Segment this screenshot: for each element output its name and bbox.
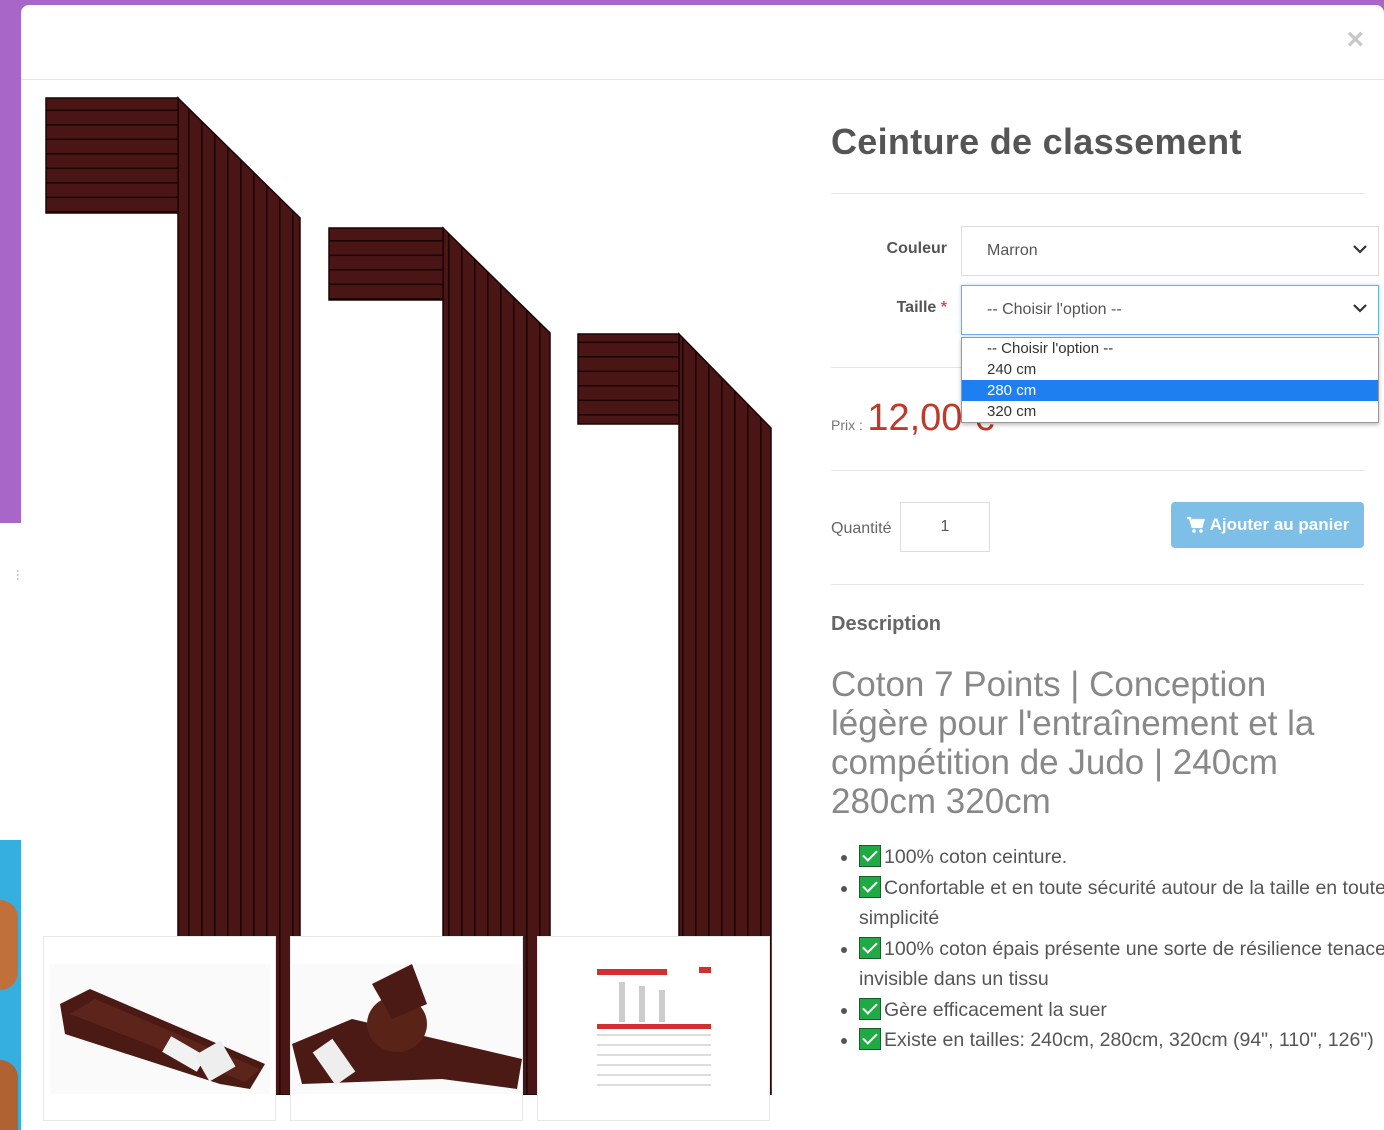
list-item: 100% coton épais présente une sorte de r… (859, 934, 1384, 995)
option-label-couleur: Couleur (886, 240, 947, 257)
modal-header: × (21, 5, 1384, 80)
background-image-fragment (0, 900, 18, 990)
divider (831, 193, 1364, 194)
chevron-down-icon (1353, 245, 1367, 254)
background-menu-dots: · · · (16, 565, 20, 585)
thumbnail-strip (43, 936, 770, 1121)
taille-select[interactable]: -- Choisir l'option -- (961, 285, 1379, 335)
background-image-fragment-2 (0, 1060, 18, 1130)
close-icon[interactable]: × (1346, 25, 1364, 55)
checkmark-icon (859, 1028, 881, 1050)
checkmark-icon (859, 997, 881, 1020)
checkmark-icon (859, 875, 881, 898)
option-taille: Taille * -- Choisir l'option -- (831, 285, 1379, 335)
checkmark-icon (859, 936, 881, 959)
cart-icon (1186, 516, 1205, 533)
quantity-row: Quantité 1 Ajouter au panier (831, 502, 1364, 554)
divider (831, 584, 1364, 585)
option-couleur: Couleur Marron (831, 226, 1379, 276)
dropdown-option[interactable]: 240 cm (962, 359, 1378, 380)
list-item: Gère efficacement la suer (859, 995, 1384, 1026)
list-item: 100% coton ceinture. (859, 842, 1384, 873)
dropdown-option[interactable]: 320 cm (962, 401, 1378, 422)
product-title: Ceinture de classement (831, 121, 1242, 162)
couleur-select[interactable]: Marron (961, 226, 1379, 276)
thumbnail-size-chart[interactable] (537, 936, 770, 1121)
add-to-cart-button[interactable]: Ajouter au panier (1171, 502, 1364, 548)
product-quickview-modal: × Ceinture de classement Couleur Marron … (21, 5, 1384, 1130)
quantity-input[interactable]: 1 (900, 502, 990, 552)
divider (831, 470, 1364, 471)
product-details: Ceinture de classement Couleur Marron Ta… (831, 97, 1384, 1051)
thumbnail-knotted-belt[interactable] (290, 936, 523, 1121)
chevron-down-icon (1353, 304, 1367, 313)
checkmark-icon (859, 845, 881, 867)
description-heading: Description (831, 613, 942, 635)
quantity-label: Quantité (831, 520, 892, 537)
list-item: Existe en tailles: 240cm, 280cm, 320cm (… (859, 1025, 1384, 1056)
dropdown-option[interactable]: -- Choisir l'option -- (962, 338, 1378, 359)
feature-list: 100% coton ceinture. Confortable et en t… (831, 842, 1384, 1056)
price-label: Prix : (831, 417, 863, 433)
dropdown-option-highlighted[interactable]: 280 cm (962, 380, 1378, 401)
option-label-taille: Taille * (896, 299, 947, 316)
taille-dropdown-list: -- Choisir l'option -- 240 cm 280 cm 320… (961, 337, 1379, 423)
list-item: Confortable et en toute sécurité autour … (859, 873, 1384, 934)
thumbnail-folded-belt[interactable] (43, 936, 276, 1121)
description-text: Coton 7 Points | Conception légère pour … (831, 665, 1315, 821)
